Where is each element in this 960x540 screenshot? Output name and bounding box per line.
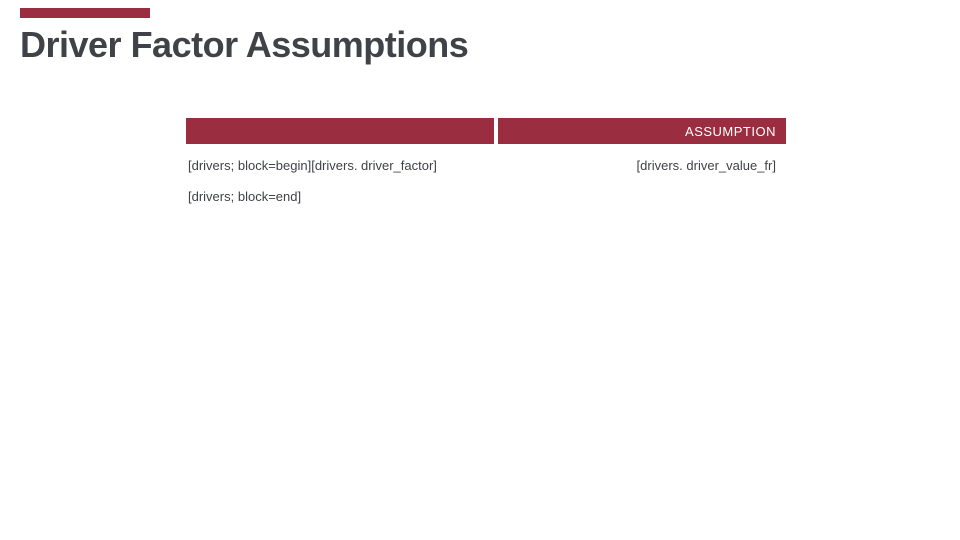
table-header-assumption-label: ASSUMPTION <box>685 124 776 139</box>
table-header-blank <box>186 118 494 144</box>
slide: Driver Factor Assumptions ASSUMPTION [dr… <box>0 0 960 540</box>
table-row: [drivers; block=begin][drivers. driver_f… <box>186 158 786 173</box>
table-header-assumption: ASSUMPTION <box>498 118 786 144</box>
table-header-row: ASSUMPTION <box>186 118 786 144</box>
assumptions-table: ASSUMPTION [drivers; block=begin][driver… <box>186 118 786 204</box>
accent-bar <box>20 8 150 18</box>
driver-factor-cell: [drivers; block=begin][drivers. driver_f… <box>186 158 500 173</box>
block-end-marker: [drivers; block=end] <box>186 189 786 204</box>
page-title: Driver Factor Assumptions <box>20 24 468 66</box>
driver-value-cell: [drivers. driver_value_fr] <box>500 158 786 173</box>
